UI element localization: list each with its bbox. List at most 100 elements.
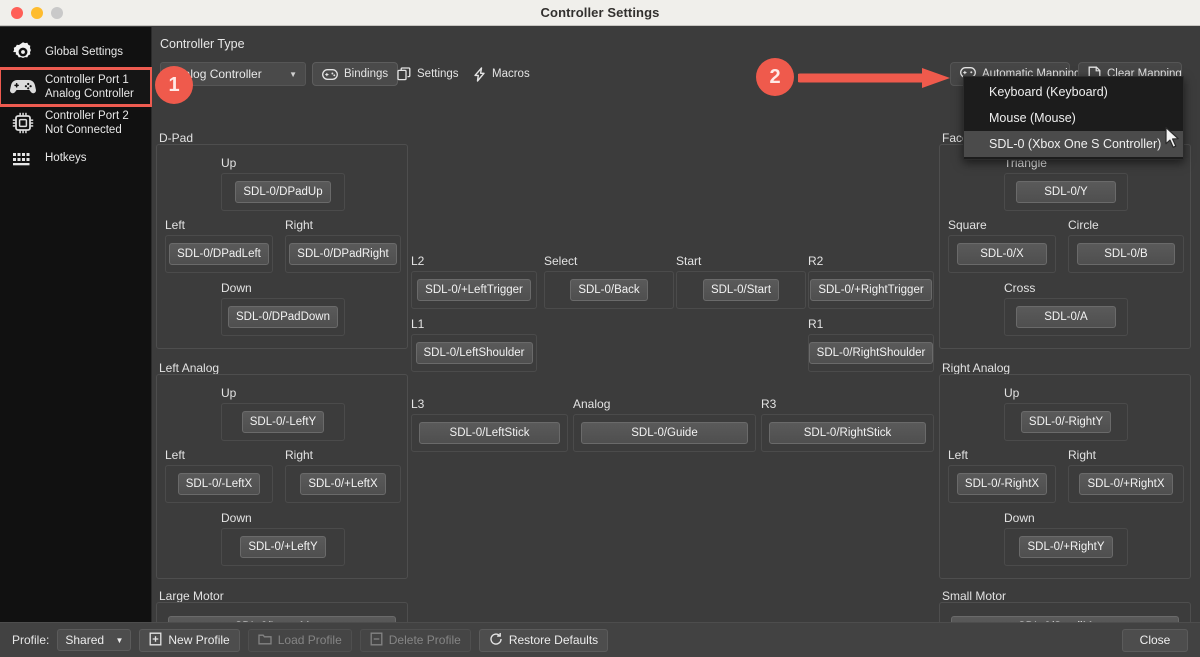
left-analog-right-binding-button[interactable]: SDL-0/+LeftX	[300, 473, 386, 495]
l2-box: SDL-0/+LeftTrigger	[411, 271, 537, 309]
sidebar: Global Settings Controller Port 1 Analog…	[0, 27, 153, 622]
chevron-down-icon: ▼	[289, 69, 297, 79]
circle-binding-button[interactable]: SDL-0/B	[1077, 243, 1175, 265]
r3-binding-button[interactable]: SDL-0/RightStick	[769, 422, 926, 444]
annotation-badge-2: 2	[756, 58, 794, 96]
left-analog-up-box: SDL-0/-LeftY	[221, 403, 345, 441]
right-analog-down-box: SDL-0/+RightY	[1004, 528, 1128, 566]
right-analog-up-binding-button[interactable]: SDL-0/-RightY	[1020, 411, 1112, 433]
r3-label: R3	[761, 397, 777, 411]
delete-profile-button[interactable]: Delete Profile	[359, 628, 471, 652]
profile-label: Profile:	[12, 633, 50, 647]
sidebar-item-global-settings[interactable]: Global Settings	[0, 35, 151, 69]
tab-settings[interactable]: Settings	[387, 62, 469, 86]
new-profile-button[interactable]: New Profile	[139, 628, 240, 652]
l2-label: L2	[411, 254, 425, 268]
dpad-left-binding-button[interactable]: SDL-0/DPadLeft	[169, 243, 269, 265]
dpad-group: Up SDL-0/DPadUp Left SDL-0/DPadLeft Righ…	[156, 144, 408, 349]
left-analog-right-cell: Right SDL-0/+LeftX	[285, 448, 401, 503]
restore-defaults-button[interactable]: Restore Defaults	[478, 628, 609, 652]
right-analog-right-binding-button[interactable]: SDL-0/+RightX	[1079, 473, 1173, 495]
right-analog-right-cell: Right SDL-0/+RightX	[1068, 448, 1184, 503]
select-binding-button[interactable]: SDL-0/Back	[570, 279, 648, 301]
menu-item-mouse[interactable]: Mouse (Mouse)	[964, 105, 1183, 131]
l2-binding-button[interactable]: SDL-0/+LeftTrigger	[417, 279, 531, 301]
r2-cell: R2 SDL-0/+RightTrigger	[808, 254, 934, 309]
left-analog-right-box: SDL-0/+LeftX	[285, 465, 401, 503]
l1-label: L1	[411, 317, 425, 331]
circle-label: Circle	[1068, 218, 1099, 232]
dpad-down-binding-button[interactable]: SDL-0/DPadDown	[228, 306, 338, 328]
dpad-down-label: Down	[221, 281, 252, 295]
delete-profile-label: Delete Profile	[388, 633, 461, 647]
right-analog-up-cell: Up SDL-0/-RightY	[1004, 386, 1128, 441]
l3-binding-button[interactable]: SDL-0/LeftStick	[419, 422, 560, 444]
sidebar-item-controller-port-1[interactable]: Controller Port 1 Analog Controller	[0, 67, 153, 107]
left-analog-left-label: Left	[165, 448, 186, 462]
square-binding-button[interactable]: SDL-0/X	[957, 243, 1047, 265]
menu-item-keyboard[interactable]: Keyboard (Keyboard)	[964, 79, 1183, 105]
right-analog-group-title: Right Analog	[939, 361, 1014, 375]
l1-cell: L1 SDL-0/LeftShoulder	[411, 317, 537, 372]
analog-binding-button[interactable]: SDL-0/Guide	[581, 422, 748, 444]
right-analog-down-cell: Down SDL-0/+RightY	[1004, 511, 1128, 566]
gamepad-icon	[322, 68, 338, 80]
dpad-down-cell: Down SDL-0/DPadDown	[221, 281, 345, 336]
r2-binding-button[interactable]: SDL-0/+RightTrigger	[810, 279, 932, 301]
dpad-right-binding-button[interactable]: SDL-0/DPadRight	[289, 243, 397, 265]
left-analog-down-binding-button[interactable]: SDL-0/+LeftY	[240, 536, 326, 558]
l3-label: L3	[411, 397, 425, 411]
start-binding-button[interactable]: SDL-0/Start	[702, 279, 780, 301]
sidebar-item-controller-port-2[interactable]: Controller Port 2 Not Connected	[0, 105, 151, 141]
cross-label: Cross	[1004, 281, 1036, 295]
left-analog-right-label: Right	[285, 448, 314, 462]
cross-binding-button[interactable]: SDL-0/A	[1016, 306, 1116, 328]
l3-cell: L3 SDL-0/LeftStick	[411, 397, 568, 452]
menu-item-sdl-0-xbox-one-s-controller[interactable]: SDL-0 (Xbox One S Controller)	[964, 131, 1183, 157]
tab-macros[interactable]: Macros	[463, 62, 540, 86]
right-analog-left-binding-button[interactable]: SDL-0/-RightX	[956, 473, 1048, 495]
sidebar-item-label: Hotkeys	[45, 152, 87, 164]
close-button[interactable]: Close	[1122, 628, 1188, 652]
left-analog-up-binding-button[interactable]: SDL-0/-LeftY	[241, 411, 325, 433]
circle-cell: Circle SDL-0/B	[1068, 218, 1184, 273]
dpad-down-box: SDL-0/DPadDown	[221, 298, 345, 336]
triangle-binding-button[interactable]: SDL-0/Y	[1016, 181, 1116, 203]
square-label: Square	[948, 218, 987, 232]
l1-binding-button[interactable]: SDL-0/LeftShoulder	[415, 342, 533, 364]
dpad-right-cell: Right SDL-0/DPadRight	[285, 218, 401, 273]
right-analog-down-binding-button[interactable]: SDL-0/+RightY	[1019, 536, 1113, 558]
left-analog-down-cell: Down SDL-0/+LeftY	[221, 511, 345, 566]
sidebar-item-label: Controller Port 2 Not Connected	[45, 110, 129, 136]
bottom-bar: Profile: Shared ▼ New Profile Load Profi…	[0, 622, 1200, 657]
r1-cell: R1 SDL-0/RightShoulder	[808, 317, 934, 372]
mapping-source-dropdown-menu: Keyboard (Keyboard) Mouse (Mouse) SDL-0 …	[963, 76, 1184, 160]
tab-bindings[interactable]: Bindings	[312, 62, 399, 86]
profile-select[interactable]: Shared ▼	[57, 629, 132, 651]
sidebar-item-hotkeys[interactable]: Hotkeys	[0, 141, 151, 175]
dpad-up-box: SDL-0/DPadUp	[221, 173, 345, 211]
cross-cell: Cross SDL-0/A	[1004, 281, 1128, 336]
gamepad-icon	[10, 75, 36, 99]
l2-cell: L2 SDL-0/+LeftTrigger	[411, 254, 537, 309]
load-profile-label: Load Profile	[277, 633, 342, 647]
left-analog-left-cell: Left SDL-0/-LeftX	[165, 448, 273, 503]
dpad-up-binding-button[interactable]: SDL-0/DPadUp	[235, 181, 331, 203]
small-motor-label: Small Motor	[939, 589, 1010, 603]
left-analog-left-binding-button[interactable]: SDL-0/-LeftX	[177, 473, 261, 495]
load-profile-button[interactable]: Load Profile	[247, 628, 352, 652]
dpad-group-title: D-Pad	[156, 131, 197, 145]
chip-icon	[10, 111, 36, 135]
start-label: Start	[676, 254, 702, 268]
triangle-box: SDL-0/Y	[1004, 173, 1128, 211]
r1-label: R1	[808, 317, 824, 331]
l1-box: SDL-0/LeftShoulder	[411, 334, 537, 372]
r1-binding-button[interactable]: SDL-0/RightShoulder	[808, 342, 934, 364]
window-title: Controller Settings	[540, 5, 660, 20]
tab-label: Bindings	[344, 68, 389, 80]
copy-icon	[397, 67, 411, 81]
r2-label: R2	[808, 254, 824, 268]
small-motor-group: SDL-0/SmallMotor	[939, 602, 1191, 622]
page-plus-icon	[149, 632, 162, 649]
select-label: Select	[544, 254, 578, 268]
